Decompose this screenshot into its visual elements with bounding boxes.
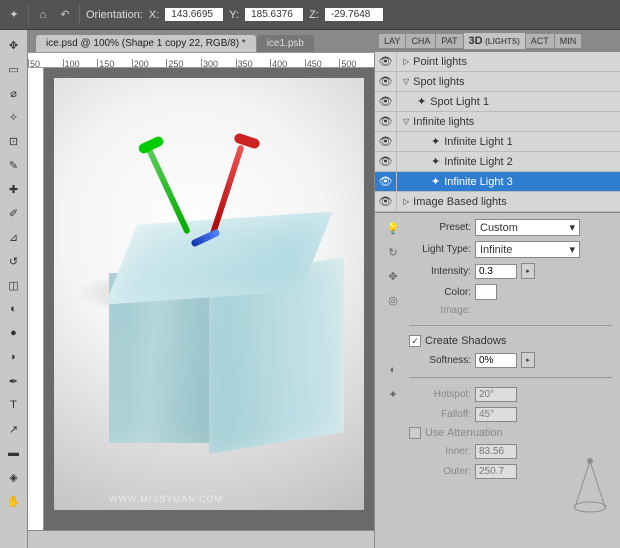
visibility-icon[interactable]: 👁 xyxy=(375,92,397,111)
3d-tool[interactable]: ◈ xyxy=(3,466,25,488)
chevron-down-icon: ▽ xyxy=(403,117,409,126)
light-toggle-icon[interactable]: ◐ xyxy=(384,361,402,379)
spot-light-icon: ✦ xyxy=(417,95,426,108)
crop-tool[interactable]: ⊡ xyxy=(3,130,25,152)
orientation-y[interactable]: 185.6376 xyxy=(245,8,303,21)
visibility-icon[interactable]: 👁 xyxy=(375,132,397,151)
tab-channels[interactable]: CHA xyxy=(406,34,435,48)
shape-tool[interactable]: ▬ xyxy=(3,442,25,464)
chevron-down-icon: ▾ xyxy=(569,221,575,234)
chevron-down-icon: ▾ xyxy=(569,243,575,256)
light-infinite-1[interactable]: 👁 ✦Infinite Light 1 xyxy=(375,132,620,152)
visibility-icon[interactable]: 👁 xyxy=(375,52,397,71)
tab-ice1-psb[interactable]: ice1.psb xyxy=(257,35,314,52)
ice-cube-3d[interactable] xyxy=(104,218,344,448)
light-point-icon[interactable]: ✦ xyxy=(384,385,402,403)
heal-tool[interactable]: ✚ xyxy=(3,178,25,200)
light-group-infinite[interactable]: 👁 ▽Infinite lights xyxy=(375,112,620,132)
light-group-image-based[interactable]: 👁 ▷Image Based lights xyxy=(375,192,620,212)
color-swatch[interactable] xyxy=(475,284,497,300)
light-pan-icon[interactable]: ✥ xyxy=(384,267,402,285)
light-properties: 💡 ↻ ✥ ◎ ◐ ✦ Preset: Custom▾ Light Type: … xyxy=(375,213,620,548)
lasso-tool[interactable]: ⌀ xyxy=(3,82,25,104)
new-light-icon[interactable]: 💡 xyxy=(384,219,402,237)
hotspot-input xyxy=(475,387,517,402)
tab-ice-psd[interactable]: ice.psd @ 100% (Shape 1 copy 22, RGB/8) … xyxy=(36,35,256,52)
visibility-icon[interactable]: 👁 xyxy=(375,72,397,91)
right-panel: LAY CHA PAT 3D (LIGHTS) ACT MIN 👁 ▷Point… xyxy=(374,30,620,548)
marquee-tool[interactable]: ▭ xyxy=(3,58,25,80)
gradient-tool[interactable]: ◐ xyxy=(3,298,25,320)
intensity-input[interactable] xyxy=(475,264,517,279)
document-tabs: ice.psd @ 100% (Shape 1 copy 22, RGB/8) … xyxy=(28,30,374,52)
lights-list: 👁 ▷Point lights 👁 ▽Spot lights 👁 ✦Spot L… xyxy=(375,52,620,213)
light-aim-icon[interactable]: ◎ xyxy=(384,291,402,309)
type-tool[interactable]: T xyxy=(3,394,25,416)
softness-slider[interactable]: ▸ xyxy=(521,352,535,368)
home-icon[interactable]: ⌂ xyxy=(35,7,51,23)
tab-mini[interactable]: MIN xyxy=(555,34,582,48)
watermark: WWW.MISSYUAN.COM xyxy=(109,494,223,504)
orientation-label: Orientation: xyxy=(86,9,143,21)
stamp-tool[interactable]: ⊿ xyxy=(3,226,25,248)
return-icon[interactable]: ↶ xyxy=(57,7,73,23)
visibility-icon[interactable]: 👁 xyxy=(375,172,397,191)
light-cone-preview xyxy=(572,457,608,513)
visibility-icon[interactable]: 👁 xyxy=(375,152,397,171)
tab-3d[interactable]: 3D (LIGHTS) xyxy=(464,33,525,49)
visibility-icon[interactable]: 👁 xyxy=(375,192,397,211)
tab-actions[interactable]: ACT xyxy=(526,34,554,48)
path-tool[interactable]: ↗ xyxy=(3,418,25,440)
move-tool[interactable]: ✥ xyxy=(3,34,25,56)
visibility-icon[interactable]: 👁 xyxy=(375,112,397,131)
light-infinite-3[interactable]: 👁 ✦Infinite Light 3 xyxy=(375,172,620,192)
light-type-dropdown[interactable]: Infinite▾ xyxy=(475,241,580,258)
infinite-light-icon: ✦ xyxy=(431,135,440,148)
ruler-horizontal: 50100 150200 250300 350400 450500 xyxy=(28,52,374,68)
eyedropper-tool[interactable]: ✎ xyxy=(3,154,25,176)
panel-tabs: LAY CHA PAT 3D (LIGHTS) ACT MIN xyxy=(375,30,620,52)
history-brush-tool[interactable]: ↺ xyxy=(3,250,25,272)
light-orbit-icon[interactable]: ↻ xyxy=(384,243,402,261)
ruler-vertical xyxy=(28,68,44,530)
create-shadows-checkbox[interactable]: ✓ xyxy=(409,335,421,347)
chevron-right-icon: ▷ xyxy=(403,197,409,206)
options-bar: ✦ ⌂ ↶ Orientation: X: 143.6695 Y: 185.63… xyxy=(0,0,620,30)
light-spot-1[interactable]: 👁 ✦Spot Light 1 xyxy=(375,92,620,112)
chevron-down-icon: ▽ xyxy=(403,77,409,86)
pen-tool[interactable]: ✒ xyxy=(3,370,25,392)
wand-tool[interactable]: ✧ xyxy=(3,106,25,128)
preset-dropdown[interactable]: Custom▾ xyxy=(475,219,580,236)
toolbox: ✥ ▭ ⌀ ✧ ⊡ ✎ ✚ ✐ ⊿ ↺ ◫ ◐ ● ◗ ✒ T ↗ ▬ ◈ ✋ xyxy=(0,30,28,548)
intensity-slider[interactable]: ▸ xyxy=(521,263,535,279)
hand-tool[interactable]: ✋ xyxy=(3,490,25,512)
tool-icon[interactable]: ✦ xyxy=(6,7,22,23)
light-infinite-2[interactable]: 👁 ✦Infinite Light 2 xyxy=(375,152,620,172)
falloff-input xyxy=(475,407,517,422)
outer-input xyxy=(475,464,517,479)
infinite-light-icon: ✦ xyxy=(431,175,440,188)
canvas-viewport[interactable]: WWW.MISSYUAN.COM xyxy=(44,68,374,530)
chevron-right-icon: ▷ xyxy=(403,57,409,66)
infinite-light-icon: ✦ xyxy=(431,155,440,168)
tab-paths[interactable]: PAT xyxy=(436,34,462,48)
softness-input[interactable] xyxy=(475,353,517,368)
status-bar xyxy=(28,530,374,548)
light-group-spot[interactable]: 👁 ▽Spot lights xyxy=(375,72,620,92)
inner-input xyxy=(475,444,517,459)
tab-layers[interactable]: LAY xyxy=(379,34,405,48)
eraser-tool[interactable]: ◫ xyxy=(3,274,25,296)
light-group-point[interactable]: 👁 ▷Point lights xyxy=(375,52,620,72)
use-attenuation-checkbox xyxy=(409,427,421,439)
brush-tool[interactable]: ✐ xyxy=(3,202,25,224)
orientation-z[interactable]: -29.7648 xyxy=(325,8,383,21)
orientation-x[interactable]: 143.6695 xyxy=(165,8,223,21)
blur-tool[interactable]: ● xyxy=(3,322,25,344)
dodge-tool[interactable]: ◗ xyxy=(3,346,25,368)
